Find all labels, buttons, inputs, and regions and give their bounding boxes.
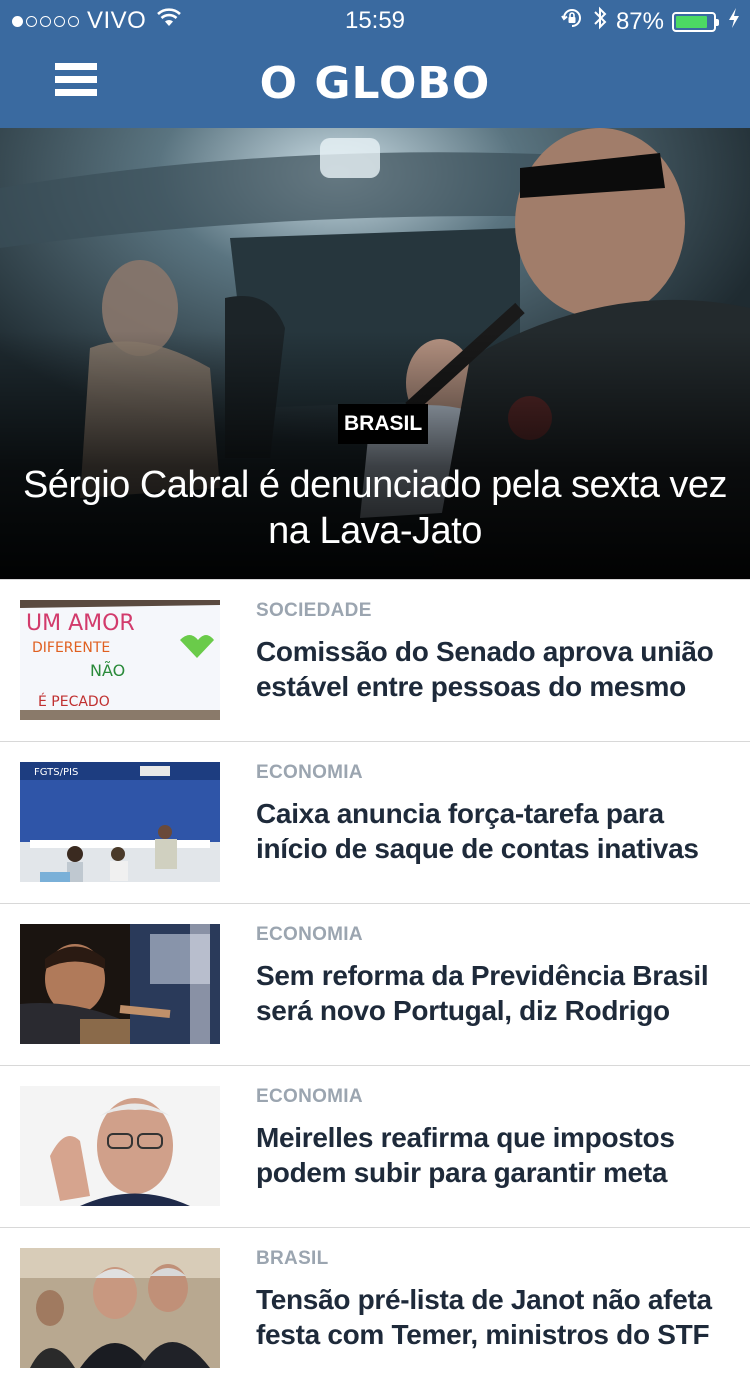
fgts-sign-text: FGTS/PIS (34, 767, 78, 778)
bluetooth-icon (592, 5, 608, 38)
article-headline[interactable]: Sem reforma da Previdência Brasil será n… (256, 958, 726, 1028)
article-headline[interactable]: Tensão pré-lista de Janot não afeta fest… (256, 1282, 726, 1352)
article-thumbnail (20, 1248, 220, 1368)
sign-text-1: UM AMOR (26, 611, 135, 636)
article-headline[interactable]: Caixa anuncia força-tarefa para início d… (256, 796, 726, 866)
list-item[interactable]: ECONOMIA Sem reforma da Previdência Bras… (0, 903, 750, 1065)
hero-article[interactable]: BRASIL Sérgio Cabral é denunciado pela s… (0, 128, 750, 579)
hero-title[interactable]: Sérgio Cabral é denunciado pela sexta ve… (20, 462, 730, 554)
list-item[interactable]: BRASIL Tensão pré-lista de Janot não afe… (0, 1227, 750, 1389)
sign-text-4: É PECADO (38, 693, 110, 710)
list-item[interactable]: ECONOMIA Meirelles reafirma que impostos… (0, 1065, 750, 1227)
article-category: ECONOMIA (256, 924, 363, 945)
app-logo: O GLOBO (259, 58, 491, 109)
battery-percent: 87% (615, 7, 664, 35)
battery-icon (672, 11, 719, 32)
charging-icon (728, 7, 740, 36)
article-thumbnail: UM AMOR DIFERENTE NÃO É PECADO (20, 600, 220, 720)
article-headline[interactable]: Meirelles reafirma que impostos podem su… (256, 1120, 726, 1190)
article-category: ECONOMIA (256, 1086, 363, 1107)
article-thumbnail (20, 1086, 220, 1206)
sign-text-2: DIFERENTE (32, 640, 110, 656)
list-item[interactable]: FGTS/PIS ECONOMIA Caixa anuncia força-ta… (0, 741, 750, 903)
article-thumbnail (20, 924, 220, 1044)
orientation-lock-icon (560, 6, 584, 37)
article-category: ECONOMIA (256, 762, 363, 783)
article-headline[interactable]: Comissão do Senado aprova união estável … (256, 634, 726, 704)
status-right: 87% (560, 5, 740, 38)
battery-level (676, 15, 708, 28)
hero-category-tag: BRASIL (338, 404, 429, 444)
app-header: O GLOBO (0, 40, 750, 128)
article-thumbnail: FGTS/PIS (20, 762, 220, 882)
article-category: SOCIEDADE (256, 600, 372, 621)
list-item[interactable]: UM AMOR DIFERENTE NÃO É PECADO SOCIEDADE… (0, 579, 750, 741)
sign-text-3: NÃO (90, 661, 125, 680)
article-category: BRASIL (256, 1248, 329, 1269)
status-bar: VIVO 15:59 87% (0, 0, 750, 40)
